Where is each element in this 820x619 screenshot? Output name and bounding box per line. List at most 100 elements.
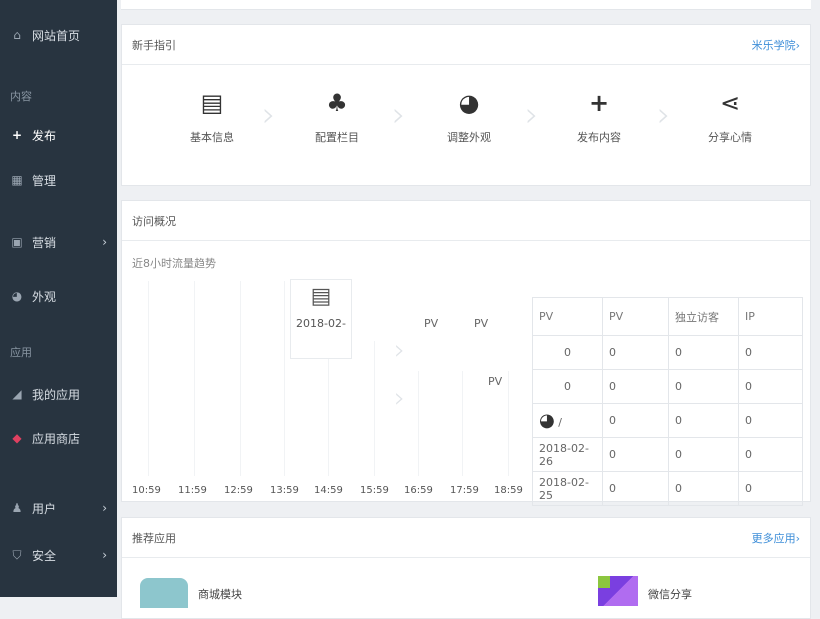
floating-guide-card: ▤ 2018-02- <box>290 279 352 359</box>
sidebar-item-publish[interactable]: + 发布 <box>0 115 117 155</box>
table-cell: 0 <box>668 335 739 370</box>
chevron-right-icon: › <box>102 235 107 249</box>
user-icon: ♟ <box>11 501 23 515</box>
info-card-icon: ▤ <box>200 89 224 117</box>
sidebar-section-apps: 应用 <box>10 346 32 359</box>
sidebar-item-my-apps[interactable]: ◢ 我的应用 <box>0 374 117 414</box>
sidebar-section-content: 内容 <box>10 90 32 103</box>
apps-body: 商城模块 微信分享 <box>122 558 810 618</box>
guide-step-label: 发布内容 <box>577 131 621 144</box>
sidebar-item-app-store[interactable]: ◆ 应用商店 <box>0 418 117 458</box>
box-icon: ◆ <box>12 431 22 445</box>
table-cell: 0 <box>602 471 669 506</box>
chevron-right-icon: › <box>102 548 107 562</box>
shield-icon: ⛉ <box>12 547 22 562</box>
table-cell: 0 <box>738 403 803 438</box>
sidebar-item-home[interactable]: ⌂ 网站首页 <box>0 15 117 55</box>
sidebar-item-users[interactable]: ♟ 用户 › <box>0 488 117 528</box>
table-cell: 0 <box>602 369 669 404</box>
guide-step-label: 基本信息 <box>190 131 234 144</box>
pv-label: PV <box>488 375 503 388</box>
x-tick: 10:59 <box>132 485 161 496</box>
table-row: ◕ / 0 0 0 <box>532 403 803 438</box>
plus-icon: + <box>588 89 610 117</box>
table-cell: 0 <box>602 437 669 472</box>
step-arrow-icon: › <box>525 95 539 135</box>
pin-icon: ◢ <box>12 387 22 401</box>
table-cell: 0 <box>668 471 739 506</box>
marketing-icon: ▣ <box>11 235 23 249</box>
table-header: PV <box>532 297 603 336</box>
stats-title: 访问概况 <box>132 214 176 228</box>
app-thumbnail[interactable] <box>598 576 638 606</box>
sidebar-item-label: 我的应用 <box>32 387 81 402</box>
table-header: IP <box>738 297 803 336</box>
x-tick: 14:59 <box>314 485 343 496</box>
sidebar-item-label: 外观 <box>32 289 57 304</box>
stats-body: 近8小时流量趋势 10:59 11:59 12:59 13:59 14:59 1… <box>122 241 810 506</box>
guide-step-share-mood[interactable]: ⋖ 分享心情 <box>675 87 785 145</box>
step-arrow-icon: › <box>262 95 276 135</box>
stats-table: PV PV 独立访客 IP 0 0 0 0 0 0 0 0 ◕ / 0 0 0 … <box>532 297 803 506</box>
guide-step-publish-content[interactable]: + 发布内容 <box>544 87 654 145</box>
sidebar-item-label: 发布 <box>32 128 57 143</box>
sidebar-item-label: 用户 <box>32 501 57 516</box>
apps-panel: 推荐应用 更多应用› 商城模块 微信分享 <box>121 517 811 619</box>
guide-step-adjust-appearance[interactable]: ◕ 调整外观 <box>414 87 524 145</box>
sidebar-item-label: 网站首页 <box>32 28 81 43</box>
guide-step-label: 分享心情 <box>708 131 752 144</box>
sidebar-item-label: 管理 <box>32 173 57 188</box>
table-cell: 2018-02-25 <box>532 471 603 506</box>
table-cell: 0 <box>602 403 669 438</box>
guide-more-link[interactable]: 米乐学院› <box>752 37 800 53</box>
table-row: 0 0 0 0 <box>532 369 803 404</box>
pv-label: PV <box>474 317 489 330</box>
step-arrow-icon: › <box>394 381 406 414</box>
step-arrow-icon: › <box>657 95 671 135</box>
guide-step-label: 配置栏目 <box>315 131 359 144</box>
sidebar-item-marketing[interactable]: ▣ 营销 › <box>0 222 117 262</box>
share-icon: ⋖ <box>719 89 741 117</box>
step-arrow-icon: › <box>394 333 406 366</box>
table-cell: ◕ / <box>532 403 603 438</box>
table-header: 独立访客 <box>668 297 739 336</box>
table-cell: 0 <box>668 369 739 404</box>
step-arrow-icon: › <box>392 95 406 135</box>
guide-title: 新手指引 <box>132 38 176 52</box>
guide-step-basic-info[interactable]: ▤ 基本信息 <box>157 87 267 145</box>
home-icon: ⌂ <box>13 28 21 42</box>
app-name[interactable]: 商城模块 <box>198 586 242 602</box>
x-tick: 18:59 <box>494 485 523 496</box>
top-bar <box>121 0 811 10</box>
sidebar-item-manage[interactable]: ▦ 管理 <box>0 160 117 200</box>
table-cell: 0 <box>738 335 803 370</box>
apps-title: 推荐应用 <box>132 531 176 545</box>
table-cell: 2018-02-26 <box>532 437 603 472</box>
chart-title: 近8小时流量趋势 <box>132 257 216 270</box>
grid-icon: ▦ <box>11 173 23 187</box>
sitemap-icon: ♣ <box>326 89 348 117</box>
sidebar: ⌂ 网站首页 内容 + 发布 ▦ 管理 ▣ 营销 › ◕ 外观 应用 ◢ 我的应… <box>0 0 117 597</box>
table-row: 2018-02-25 0 0 0 <box>532 471 803 506</box>
apps-more-link[interactable]: 更多应用› <box>752 530 800 546</box>
main-content: 新手指引 米乐学院› ▤ 基本信息 › ♣ 配置栏目 › ◕ 调整外观 › + … <box>117 0 820 619</box>
sidebar-item-appearance[interactable]: ◕ 外观 <box>0 276 117 316</box>
floating-date: 2018-02- <box>296 317 346 330</box>
table-cell: 0 <box>602 335 669 370</box>
guide-panel: 新手指引 米乐学院› ▤ 基本信息 › ♣ 配置栏目 › ◕ 调整外观 › + … <box>121 24 811 186</box>
x-tick: 11:59 <box>178 485 207 496</box>
palette-icon: ◕ <box>539 410 555 431</box>
app-name[interactable]: 微信分享 <box>648 586 692 602</box>
palette-icon: ◕ <box>11 289 23 303</box>
info-card-icon: ▤ <box>310 284 332 309</box>
app-thumbnail[interactable] <box>140 578 188 608</box>
sidebar-item-security[interactable]: ⛉ 安全 › <box>0 535 117 575</box>
x-tick: 13:59 <box>270 485 299 496</box>
table-header: PV <box>602 297 669 336</box>
table-cell: 0 <box>532 369 603 404</box>
guide-step-label: 调整外观 <box>447 131 491 144</box>
chevron-right-icon: › <box>102 501 107 515</box>
guide-steps: ▤ 基本信息 › ♣ 配置栏目 › ◕ 调整外观 › + 发布内容 › ⋖ 分享… <box>122 65 810 185</box>
guide-step-configure-columns[interactable]: ♣ 配置栏目 <box>282 87 392 145</box>
x-tick: 17:59 <box>450 485 479 496</box>
